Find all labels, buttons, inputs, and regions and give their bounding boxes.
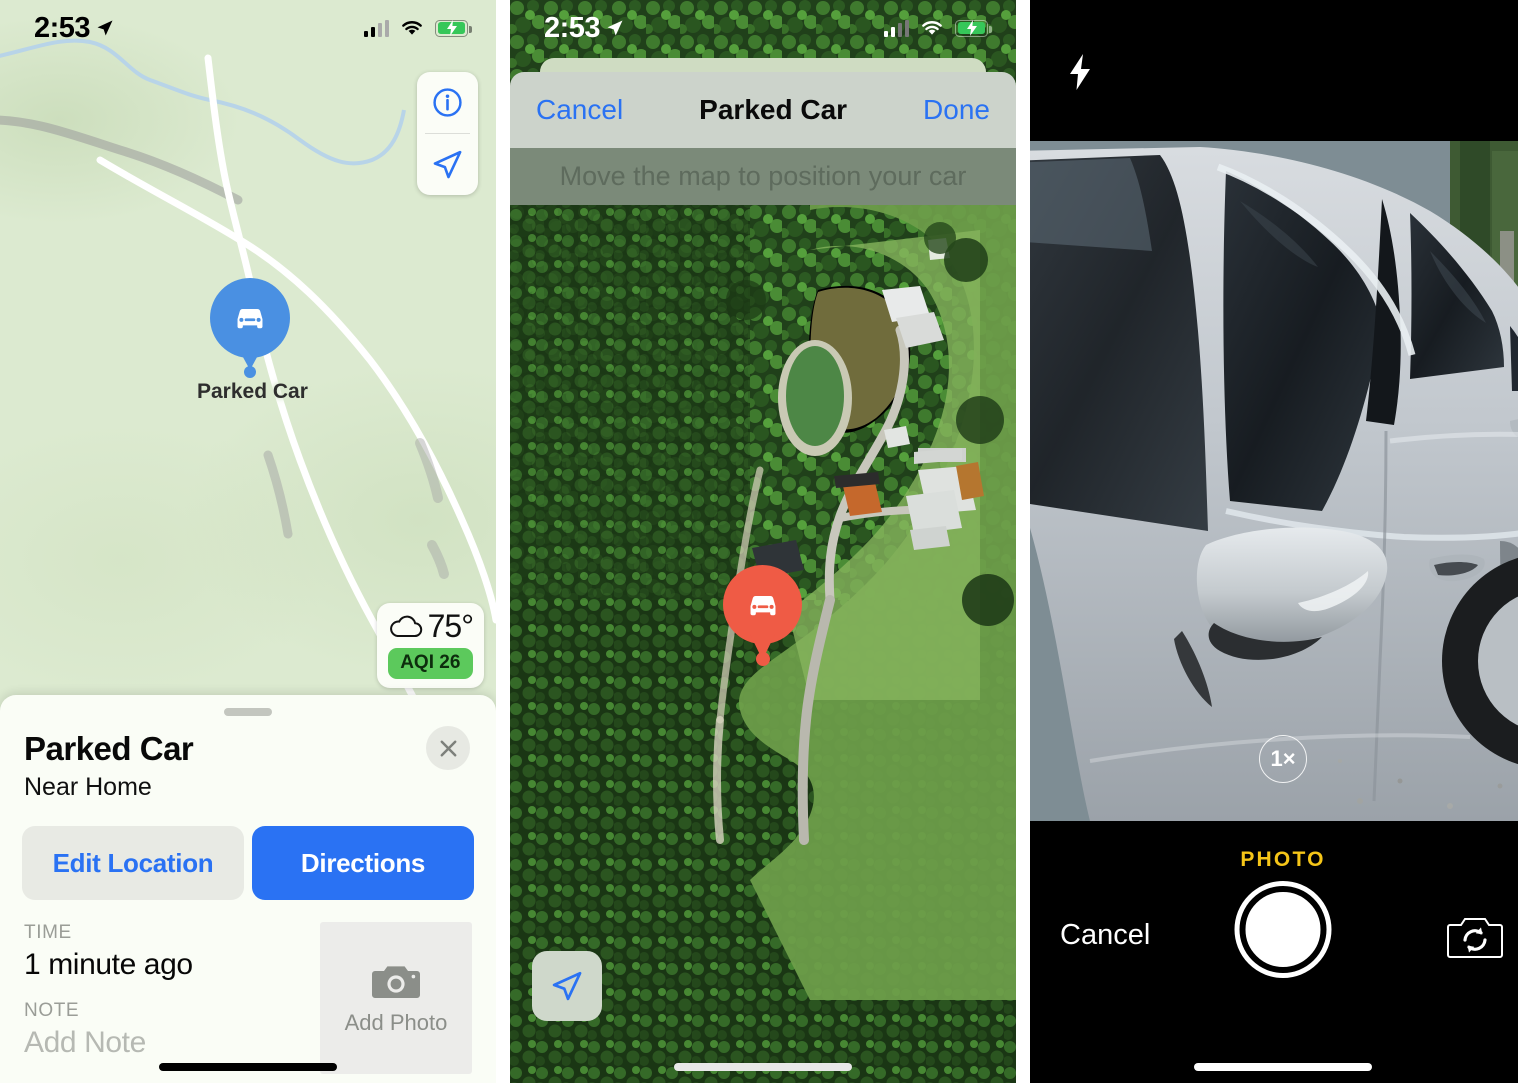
note-label: NOTE [24,1000,80,1021]
location-arrow-icon [552,971,582,1001]
panel-gutter-2 [1016,0,1030,1083]
wifi-icon [922,21,942,35]
add-photo-label: Add Photo [344,1010,448,1035]
camera-controls-bar: PHOTO Cancel [1030,821,1518,1083]
camera-mode-label[interactable]: PHOTO [1240,848,1325,872]
weather-temperature: 75° [427,608,474,644]
three-panel-screenshot: 2:53 Parked Car 75° AQI 26 Parked Car Ne… [0,0,1518,1083]
sheet-action-buttons: Edit Location Directions [0,802,496,900]
pin-label: Parked Car [197,380,308,403]
camera-viewfinder[interactable]: 1× PHOTO Cancel [1030,0,1518,1083]
signal-bars-icon [883,19,909,37]
cloud-icon [389,615,422,637]
done-button[interactable]: Done [923,94,990,126]
map-controls-stack [417,72,478,195]
battery-charging-icon [955,19,992,37]
sheet-header: Parked Car Near Home [0,716,496,802]
weather-condition-row: 75° [388,608,474,644]
edit-location-button[interactable]: Edit Location [22,826,244,900]
panel-gutter-1 [496,0,510,1083]
weather-widget[interactable]: 75° AQI 26 [376,603,484,688]
car-icon [750,595,775,615]
map-locate-button[interactable] [532,951,602,1021]
close-sheet-button[interactable] [426,726,470,770]
camera-preview-image: 1× [1030,141,1518,821]
aqi-badge: AQI 26 [387,648,473,679]
flash-toggle-button[interactable] [1060,50,1100,94]
charging-bolt-icon [446,20,457,36]
edit-location-panel: 2:53 Cancel Parked Car Done Move the map… [510,0,1016,1083]
place-card-sheet[interactable]: Parked Car Near Home Edit Location Direc… [0,695,496,1083]
sheet-title: Parked Car [24,730,194,767]
position-hint-bar: Move the map to position your car [510,148,1016,205]
flip-camera-button[interactable] [1444,911,1506,963]
sheet-drag-handle[interactable] [224,708,272,716]
wifi-icon [402,21,422,35]
location-arrow-icon [607,20,623,36]
add-photo-button[interactable]: Add Photo [320,922,472,1074]
home-indicator[interactable] [1194,1063,1372,1071]
edit-location-modal-header: Cancel Parked Car Done [510,72,1016,148]
maps-panel: 2:53 Parked Car 75° AQI 26 Parked Car Ne… [0,0,496,1083]
home-indicator[interactable] [674,1063,852,1071]
modal-title: Parked Car [699,94,848,125]
sheet-details-text: TIME 1 minute ago NOTE Add Note [24,922,320,1078]
zoom-level-button[interactable]: 1× [1259,735,1307,783]
time-label: TIME [24,922,72,943]
home-indicator[interactable] [159,1063,337,1071]
draggable-car-pin[interactable] [723,565,802,644]
signal-bars-icon [363,19,389,37]
close-x-icon [440,740,456,756]
sheet-details: TIME 1 minute ago NOTE Add Note Add Phot… [0,900,496,1078]
status-bar: 2:53 [510,0,1016,56]
camera-panel: 1× PHOTO Cancel [1030,0,1518,1083]
map-info-button[interactable] [417,72,478,133]
map-canvas[interactable]: 2:53 Parked Car 75° AQI 26 Parked Car Ne… [0,0,496,1083]
satellite-map[interactable]: 2:53 Cancel Parked Car Done Move the map… [510,0,1016,1083]
charging-bolt-icon [966,20,977,36]
location-arrow-icon [433,150,462,179]
directions-button[interactable]: Directions [252,826,474,900]
pin-anchor-dot [756,652,770,666]
status-bar-time: 2:53 [34,11,91,44]
cancel-button[interactable]: Cancel [536,94,623,126]
status-bar-left: 2:53 [34,12,115,45]
info-circle-icon [433,88,462,117]
camera-icon [372,966,420,998]
status-bar-left: 2:53 [544,12,625,45]
shutter-button[interactable] [1234,881,1332,978]
status-bar-right [363,19,472,37]
position-hint-text: Move the map to position your car [559,161,967,191]
note-value[interactable]: Add Note [24,1026,320,1060]
location-arrow-icon [97,20,113,36]
sheet-subtitle: Near Home [24,773,152,801]
parked-car-photo [1030,141,1518,821]
map-locate-button[interactable] [417,134,478,195]
camera-flip-icon [1447,918,1503,958]
shutter-button-icon [1243,890,1323,969]
flash-bolt-icon [1070,54,1090,90]
status-bar-right [883,19,992,37]
pin-anchor-dot [244,366,256,378]
parked-car-pin[interactable] [210,278,290,358]
time-value: 1 minute ago [24,948,193,981]
car-icon [237,309,263,329]
status-bar-time: 2:53 [544,11,601,44]
battery-charging-icon [435,19,472,37]
status-bar: 2:53 [0,0,496,56]
camera-cancel-button[interactable]: Cancel [1060,919,1150,952]
